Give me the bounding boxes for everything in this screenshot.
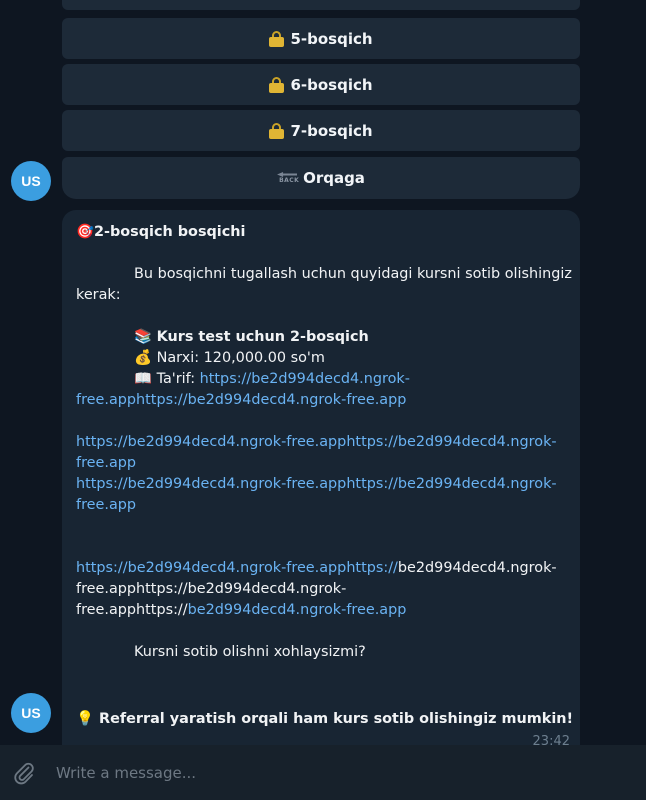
target-icon: 🎯 <box>76 224 94 240</box>
lock-icon <box>269 122 285 139</box>
keyboard-button-back[interactable]: BACK Orqaga <box>62 157 580 199</box>
message-bubble: 🎯2-bosqich bosqichi Bu bosqichni tugalla… <box>62 210 580 745</box>
plain-url: free.apphttps://be2d994decd4.ngrok- <box>76 581 347 597</box>
intro-text-2: kerak: <box>76 287 121 303</box>
message-title: 🎯2-bosqich bosqichi <box>76 222 566 243</box>
link-line[interactable]: https://be2d994decd4.ngrok-free.apphttps… <box>76 432 566 453</box>
plain-url: be2d994decd4.ngrok- <box>397 560 557 576</box>
message-time: 23:42 <box>532 734 570 745</box>
keyboard-button-stage-5[interactable]: 5-bosqich <box>62 18 580 59</box>
avatar[interactable]: US <box>11 161 51 201</box>
keyboard-button-label: 6-bosqich <box>290 75 373 94</box>
keyboard-button-stage-7[interactable]: 7-bosqich <box>62 110 580 151</box>
description-label: Ta'rif: <box>156 371 196 387</box>
keyboard-button-label: Orqaga <box>303 169 365 187</box>
link-line[interactable]: free.app <box>76 495 566 516</box>
books-icon: 📚 <box>134 329 152 345</box>
course-price: Narxi: 120,000.00 so'm <box>156 350 325 366</box>
message-body: 🎯2-bosqich bosqichi Bu bosqichni tugalla… <box>62 210 580 663</box>
link-line[interactable]: be2d994decd4.ngrok-free.app <box>188 602 407 618</box>
keyboard-button-label: 7-bosqich <box>290 121 373 140</box>
description-link-2[interactable]: be2d994decd4.ngrok-free.app <box>188 392 407 408</box>
course-name: Kurs test uchun 2-bosqich <box>156 329 369 345</box>
plain-url: free.apphttps:// <box>76 602 188 618</box>
message-input[interactable]: Write a message... <box>56 764 196 782</box>
description-link[interactable]: https://be2d994decd4.ngrok- <box>200 371 410 387</box>
intro-text: Bu bosqichni tugallash uchun quyidagi ku… <box>134 266 572 282</box>
money-bag-icon: 💰 <box>134 350 152 366</box>
book-icon: 📖 <box>134 371 152 387</box>
lock-icon <box>269 30 285 47</box>
link-line[interactable]: free.app <box>76 453 566 474</box>
keyboard-button-stage-6[interactable]: 6-bosqich <box>62 64 580 105</box>
description-link-cont[interactable]: free.apphttps:// <box>76 392 188 408</box>
tip-message: 💡 Referral yaratish orqali ham kurs soti… <box>62 698 580 745</box>
paperclip-icon[interactable] <box>12 761 36 785</box>
question-text: Kursni sotib olishni xohlaysizmi? <box>134 644 366 660</box>
tip-text: Referral yaratish orqali ham kurs sotib … <box>99 711 574 727</box>
keyboard-button-previous[interactable] <box>62 0 580 10</box>
lock-icon <box>269 76 285 93</box>
link-line[interactable]: https://be2d994decd4.ngrok-free.apphttps… <box>76 560 398 576</box>
message-input-bar: Write a message... <box>0 745 646 800</box>
chat-area: 5-bosqich 6-bosqich 7-bosqich BACK Orqag… <box>0 0 646 745</box>
light-bulb-icon: 💡 <box>76 711 94 727</box>
link-line[interactable]: https://be2d994decd4.ngrok-free.apphttps… <box>76 474 566 495</box>
avatar[interactable]: US <box>11 693 51 733</box>
back-icon: BACK <box>277 172 299 184</box>
keyboard-button-label: 5-bosqich <box>290 29 373 48</box>
